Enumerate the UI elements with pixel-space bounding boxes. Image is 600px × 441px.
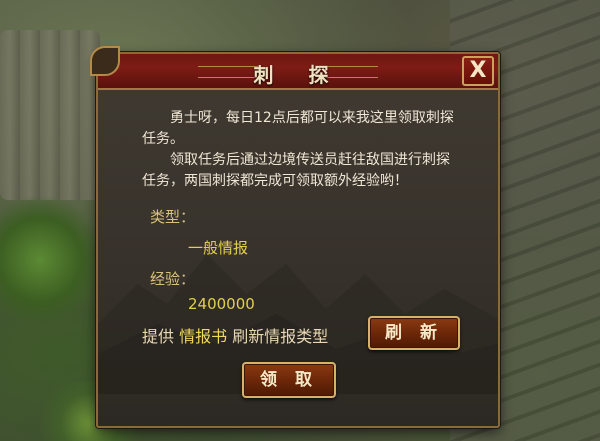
dialog-description: 勇士呀，每日12点后都可以来我这里领取刺探任务。 领取任务后通过边境传送员赶往敌… xyxy=(142,108,462,192)
dialog-title-bar[interactable]: 刺 探 xyxy=(98,54,498,90)
carved-pillar-background xyxy=(0,30,100,200)
refresh-hint: 提供 情报书 刷新情报类型 xyxy=(142,323,328,347)
type-value: 一般情报 xyxy=(188,239,249,257)
exp-value: 2400000 xyxy=(188,295,255,313)
dialog-title: 刺 探 xyxy=(253,63,343,87)
refresh-hint-suffix: 刷新情报类型 xyxy=(232,327,329,346)
description-paragraph-2: 领取任务后通过边境传送员赶往敌国进行刺探任务，两国刺探都完成可领取额外经验哟！ xyxy=(142,152,450,189)
close-icon: X xyxy=(469,58,487,83)
refresh-hint-prefix: 提供 xyxy=(142,327,175,346)
corner-ornament-icon xyxy=(90,46,120,76)
type-label: 类型： xyxy=(150,208,196,226)
claim-button[interactable]: 领 取 xyxy=(242,362,336,398)
tree-foliage-background xyxy=(0,190,100,330)
intel-book-link[interactable]: 情报书 xyxy=(179,327,227,346)
close-button[interactable]: X xyxy=(462,56,494,86)
description-paragraph-1: 勇士呀，每日12点后都可以来我这里领取刺探任务。 xyxy=(142,110,454,147)
game-scene: 刺 探 X 勇士呀，每日12点后都可以来我这里领取刺探任务。 领取任务后通过边境… xyxy=(0,0,600,441)
refresh-button[interactable]: 刷 新 xyxy=(368,316,460,350)
exp-label: 经验： xyxy=(150,270,196,288)
scout-task-dialog: 刺 探 X 勇士呀，每日12点后都可以来我这里领取刺探任务。 领取任务后通过边境… xyxy=(90,46,500,428)
